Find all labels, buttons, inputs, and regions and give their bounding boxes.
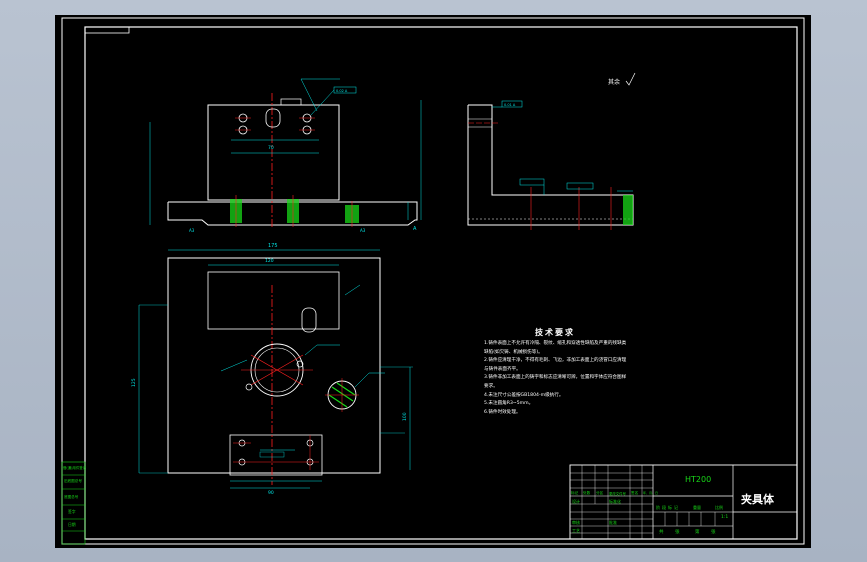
stage-label: 标 — [668, 505, 672, 510]
footer-label: 张 — [675, 530, 680, 535]
footer-label: 张 — [711, 530, 716, 535]
note-line: 1.铸件表面上不允许有冷隔、裂纹、缩孔和穿透性缺陷及严重的残缺类 — [484, 341, 627, 346]
footer-label: 共 — [659, 530, 664, 535]
row-label-review: 审核 — [572, 520, 580, 525]
tech-req-title: 技术要求 — [535, 328, 575, 337]
inner-frame — [84, 26, 798, 540]
strip-label: 借(通)用件登记 — [63, 466, 86, 470]
col-label: 处数 — [583, 491, 591, 495]
front-view: A A3 A3 — [149, 78, 422, 233]
stage-label: 记 — [674, 505, 678, 510]
strip-label: 旧底图总号 — [64, 479, 82, 483]
stage-label: 段 — [662, 505, 666, 510]
note-line: 2.铸件应清理干净，不得有毛刺、飞边，非加工表面上的浇冒口应清理 — [484, 358, 627, 364]
strip-label: 日期 — [68, 522, 76, 527]
material-label: HT200 — [685, 475, 712, 484]
drawing-canvas: A A3 A3 其余 175 70 125 100 120 90 0.02 A … — [61, 17, 805, 545]
part-name-label: 夹具体 — [741, 493, 774, 506]
row-label-design: 设计 — [572, 499, 580, 504]
note-line: 5.未注圆角R3~5mm。 — [484, 401, 534, 407]
col-label: 签名 — [631, 491, 639, 495]
svg-text:A3: A3 — [360, 228, 366, 233]
strip-label: 底图总号 — [64, 495, 79, 499]
note-line: 4.未注尺寸公差按GB1804-m级执行。 — [484, 392, 564, 398]
note-line: 要求。 — [484, 384, 498, 389]
note-line: 6.铸件时效处理。 — [484, 409, 521, 415]
stage-label: 阶 — [656, 505, 660, 510]
strip-label: 签字 — [68, 509, 76, 514]
cad-viewport[interactable]: A A3 A3 其余 175 70 125 100 120 90 0.02 A … — [55, 15, 811, 548]
scale-label: 1:1 — [721, 515, 729, 520]
dim-bottom: 90 — [268, 490, 274, 496]
row-label-process: 工艺 — [572, 528, 580, 533]
left-strip — [61, 461, 86, 545]
dim-top: 175 — [268, 243, 278, 249]
plan-view — [138, 249, 413, 489]
dim-plan: 120 — [265, 258, 274, 264]
col-label: 标记 — [571, 491, 579, 495]
corner-box — [84, 26, 130, 34]
tol-frame-2: 0.01 A — [504, 103, 516, 107]
col-label: 年、月、日 — [643, 491, 659, 495]
note-line: 与铸件表面齐平。 — [484, 366, 521, 372]
mid-label-standard: 标准化 — [609, 499, 621, 504]
datum-circle-label: A — [413, 226, 417, 232]
stage-label: 比例 — [715, 505, 723, 510]
tol-frame-1: 0.02 A — [336, 89, 348, 93]
stage-label: 重量 — [693, 505, 701, 510]
svg-text:A3: A3 — [189, 228, 195, 233]
note-line: 3.铸件非加工表面上的铸字和标志应清晰可辨，位置和字体应符合图样 — [484, 375, 627, 381]
dim-mid: 70 — [268, 145, 274, 151]
side-view: 其余 — [467, 72, 636, 230]
dim-left: 125 — [131, 378, 137, 387]
note-line: 缺陷(如欠铸、机械损伤等)。 — [484, 349, 543, 355]
col-label: 更改文件号 — [609, 492, 626, 496]
roughness-label: 其余 — [608, 78, 620, 86]
footer-label: 第 — [695, 530, 700, 535]
dim-right: 100 — [402, 412, 408, 421]
col-label: 分区 — [596, 491, 604, 495]
mid-label-approve: 批准 — [609, 520, 617, 525]
